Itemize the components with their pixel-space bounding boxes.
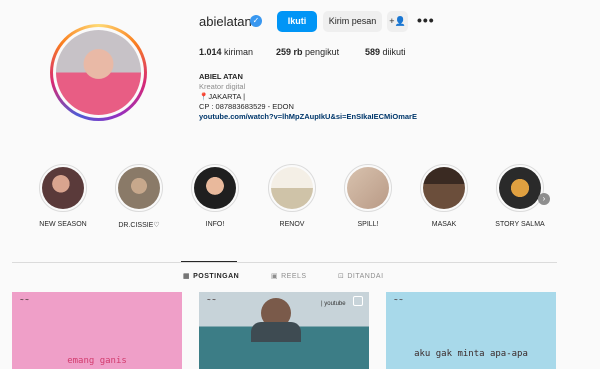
bio-location: 📍JAKARTA |	[199, 92, 246, 101]
highlight-cover	[344, 164, 392, 212]
bio-link[interactable]: youtube.com/watch?v=lhMpZAupIkU&si=EnSIk…	[199, 112, 417, 121]
highlight-label: RENOV	[279, 221, 305, 228]
highlight-cover	[496, 164, 544, 212]
followers-stat[interactable]: 259 rb pengikut	[276, 47, 339, 57]
bio-contact: CP : 087883683529 - EDON	[199, 102, 294, 111]
username: abielatan	[199, 14, 252, 29]
highlight-image	[42, 167, 84, 209]
post-caption-text: emang ganis	[67, 356, 127, 366]
highlight-item[interactable]: NEW SEASON	[33, 164, 93, 228]
more-options-icon[interactable]: •••	[417, 12, 435, 28]
post-logo: ~ ~	[394, 298, 403, 304]
tab-label: DITANDAI	[347, 273, 384, 280]
highlight-cover	[191, 164, 239, 212]
avatar-border	[53, 27, 144, 118]
posts-stat: 1.014 kiriman	[199, 47, 253, 57]
reel-icon	[353, 296, 363, 306]
posts-label: kiriman	[224, 47, 254, 57]
post-thumbnail[interactable]: ~ ~ aku gak minta apa-apa	[386, 292, 556, 369]
post-caption-text: aku gak minta apa-apa	[414, 349, 528, 359]
highlight-image	[347, 167, 389, 209]
bio-category: Kreator digital	[199, 82, 246, 91]
highlight-label: NEW SEASON	[39, 221, 87, 228]
tab-posts[interactable]: ▦ POSTINGAN	[183, 272, 239, 280]
following-label: diikuti	[382, 47, 406, 57]
profile-avatar[interactable]	[50, 24, 147, 121]
highlight-cover	[39, 164, 87, 212]
highlight-image	[271, 167, 313, 209]
add-person-icon[interactable]: +👤	[387, 11, 408, 32]
follow-button[interactable]: Ikuti	[277, 11, 317, 32]
verified-badge-icon: ✓	[250, 15, 262, 27]
message-button[interactable]: Kirim pesan	[323, 11, 382, 32]
highlight-item[interactable]: INFO!	[185, 164, 245, 228]
followers-count: 259 rb	[276, 47, 303, 57]
chevron-right-icon[interactable]: ›	[538, 193, 550, 205]
highlight-label: INFO!	[205, 221, 225, 228]
following-count: 589	[365, 47, 381, 57]
highlight-cover	[420, 164, 468, 212]
highlight-label: STORY SALMA	[495, 221, 545, 228]
tab-tagged[interactable]: ⊡ DITANDAI	[338, 272, 384, 280]
post-logo: ~ ~	[207, 298, 216, 304]
active-tab-indicator	[181, 261, 237, 262]
highlight-item[interactable]: DR.CISSIE♡	[109, 164, 169, 229]
tabs-divider	[12, 262, 557, 263]
avatar-image	[56, 30, 141, 115]
highlight-label: SPILL!	[357, 221, 379, 228]
post-thumbnail[interactable]: ~ ~ | youtube	[199, 292, 369, 369]
post-logo: ~ ~	[20, 298, 29, 304]
highlight-item[interactable]: SPILL!	[338, 164, 398, 228]
highlight-image	[499, 167, 541, 209]
post-thumbnail[interactable]: ~ ~ emang ganis	[12, 292, 182, 369]
tab-label: REELS	[281, 273, 307, 280]
following-stat[interactable]: 589 diikuti	[365, 47, 406, 57]
highlight-cover	[115, 164, 163, 212]
highlight-item[interactable]: MASAK	[414, 164, 474, 228]
tab-reels[interactable]: ▣ REELS	[271, 272, 307, 280]
bio-name: ABIEL ATAN	[199, 72, 243, 81]
highlight-cover	[268, 164, 316, 212]
highlight-image	[194, 167, 236, 209]
reels-icon: ▣	[271, 273, 279, 280]
grid-icon: ▦	[183, 273, 191, 280]
tab-label: POSTINGAN	[193, 273, 240, 280]
highlight-image	[118, 167, 160, 209]
highlight-label: MASAK	[431, 221, 457, 228]
highlight-image	[423, 167, 465, 209]
posts-count: 1.014	[199, 47, 222, 57]
tagged-icon: ⊡	[338, 273, 345, 280]
highlight-item[interactable]: RENOV	[262, 164, 322, 228]
followers-label: pengikut	[305, 47, 340, 57]
highlight-label: DR.CISSIE♡	[118, 222, 160, 229]
post-tag-text: | youtube	[321, 301, 346, 307]
post-person-body	[251, 322, 301, 342]
